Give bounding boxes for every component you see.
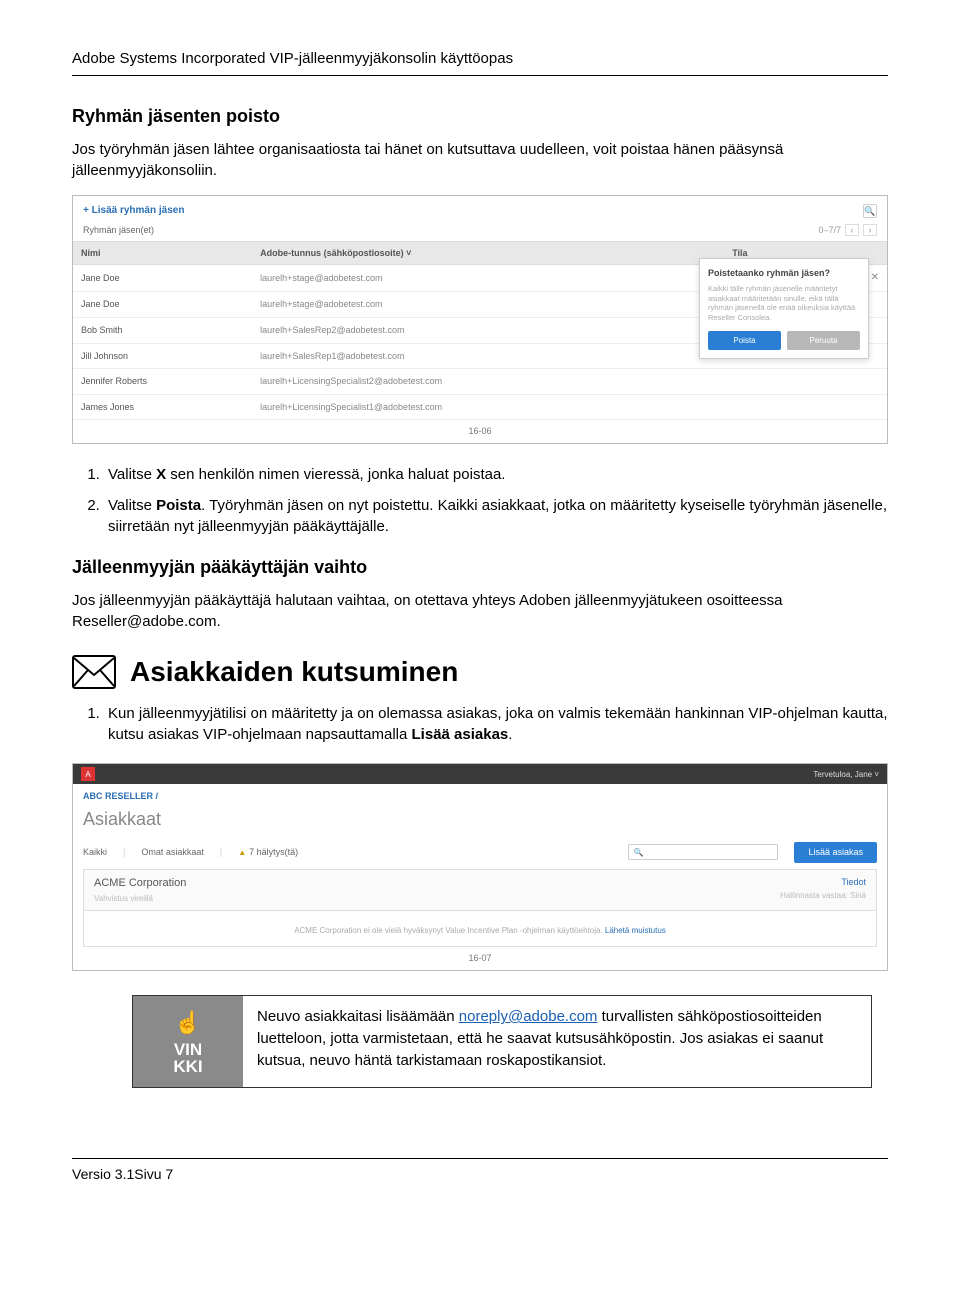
section-title-invite-customers: Asiakkaiden kutsuminen xyxy=(130,652,458,691)
invite-step-1: Kun jälleenmyyjätilisi on määritetty ja … xyxy=(104,703,888,745)
page-title: Asiakkaat xyxy=(73,805,887,842)
pagination-count: 0–7/7 xyxy=(818,224,841,237)
cancel-button[interactable]: Peruuta xyxy=(787,331,860,350)
popover-text: Kaikki tälle ryhmän jäsenelle määritetyt… xyxy=(708,284,860,323)
tab-all[interactable]: Kaikki xyxy=(83,846,107,859)
section-title-change-admin: Jälleenmyyjän pääkäyttäjän vaihto xyxy=(72,555,888,580)
tab-alerts[interactable]: 7 hälytys(tä) xyxy=(238,846,298,859)
figure-number: 16-06 xyxy=(73,420,887,443)
search-input[interactable]: 🔍 xyxy=(628,844,778,860)
tab-own[interactable]: Omat asiakkaat xyxy=(141,846,204,859)
customer-message: ACME Corporation ei ole vielä hyväksynyt… xyxy=(83,911,877,947)
steps-remove-member: Valitse X sen henkilön nimen vieressä, j… xyxy=(104,464,888,537)
screenshot-customers: A Tervetuloa, Jane ˅ ABC RESELLER / Asia… xyxy=(72,763,888,971)
steps-invite: Kun jälleenmyyjätilisi on määritetty ja … xyxy=(104,703,888,745)
adobe-logo-icon: A xyxy=(81,767,95,781)
envelope-icon xyxy=(72,655,116,689)
add-team-member-link[interactable]: + Lisää ryhmän jäsen xyxy=(83,204,184,218)
prev-page-button[interactable]: ‹ xyxy=(845,224,859,236)
step-1: Valitse X sen henkilön nimen vieressä, j… xyxy=(104,464,888,485)
tip-label: VIN xyxy=(174,1041,202,1058)
section-intro-remove-member: Jos työryhmän jäsen lähtee organisaatios… xyxy=(72,139,888,181)
welcome-user[interactable]: Tervetuloa, Jane ˅ xyxy=(813,769,879,780)
send-reminder-link[interactable]: Lähetä muistutus xyxy=(605,926,666,935)
add-customer-button[interactable]: Lisää asiakas xyxy=(794,842,877,863)
tip-label: KKI xyxy=(173,1058,202,1075)
breadcrumb[interactable]: ABC RESELLER / xyxy=(73,784,887,805)
search-icon[interactable]: 🔍 xyxy=(863,204,877,218)
team-members-label: Ryhmän jäsen(et) xyxy=(83,224,154,237)
table-row: James Jones laurelh+LicensingSpecialist1… xyxy=(73,394,887,420)
figure-number: 16-07 xyxy=(73,947,887,970)
tip-text: Neuvo asiakkaitasi lisäämään noreply@ado… xyxy=(243,996,871,1087)
noreply-email-link[interactable]: noreply@adobe.com xyxy=(459,1008,598,1025)
section-title-remove-member: Ryhmän jäsenten poisto xyxy=(72,104,888,129)
details-link[interactable]: Tiedot xyxy=(780,876,866,889)
tip-box: ☝ VIN KKI Neuvo asiakkaitasi lisäämään n… xyxy=(132,995,872,1088)
pointing-hand-icon: ☝ xyxy=(174,1008,201,1039)
document-footer: Versio 3.1Sivu 7 xyxy=(72,1158,888,1185)
next-page-button[interactable]: › xyxy=(863,224,877,236)
customer-status: Vahvistus vireillä xyxy=(94,893,186,904)
customer-row[interactable]: ACME Corporation Vahvistus vireillä Tied… xyxy=(83,869,877,912)
col-email[interactable]: Adobe-tunnus (sähköpostiosoite) ˅ xyxy=(252,241,724,265)
customer-name: ACME Corporation xyxy=(94,876,186,891)
popover-title: Poistetaanko ryhmän jäsen? xyxy=(708,267,860,280)
step-2: Valitse Poista. Työryhmän jäsen on nyt p… xyxy=(104,495,888,537)
col-name: Nimi xyxy=(73,241,252,265)
table-row: Jennifer Roberts laurelh+LicensingSpecia… xyxy=(73,369,887,395)
section-body-change-admin: Jos jälleenmyyjän pääkäyttäjä halutaan v… xyxy=(72,590,888,632)
document-header: Adobe Systems Incorporated VIP-jälleenmy… xyxy=(72,48,888,76)
confirm-delete-popover: Poistetaanko ryhmän jäsen? Kaikki tälle … xyxy=(699,258,869,359)
managed-by-label: Hallinnasta vastaa: Sinä xyxy=(780,890,866,901)
delete-button[interactable]: Poista xyxy=(708,331,781,350)
screenshot-team-members: + Lisää ryhmän jäsen 🔍 Ryhmän jäsen(et) … xyxy=(72,195,888,444)
